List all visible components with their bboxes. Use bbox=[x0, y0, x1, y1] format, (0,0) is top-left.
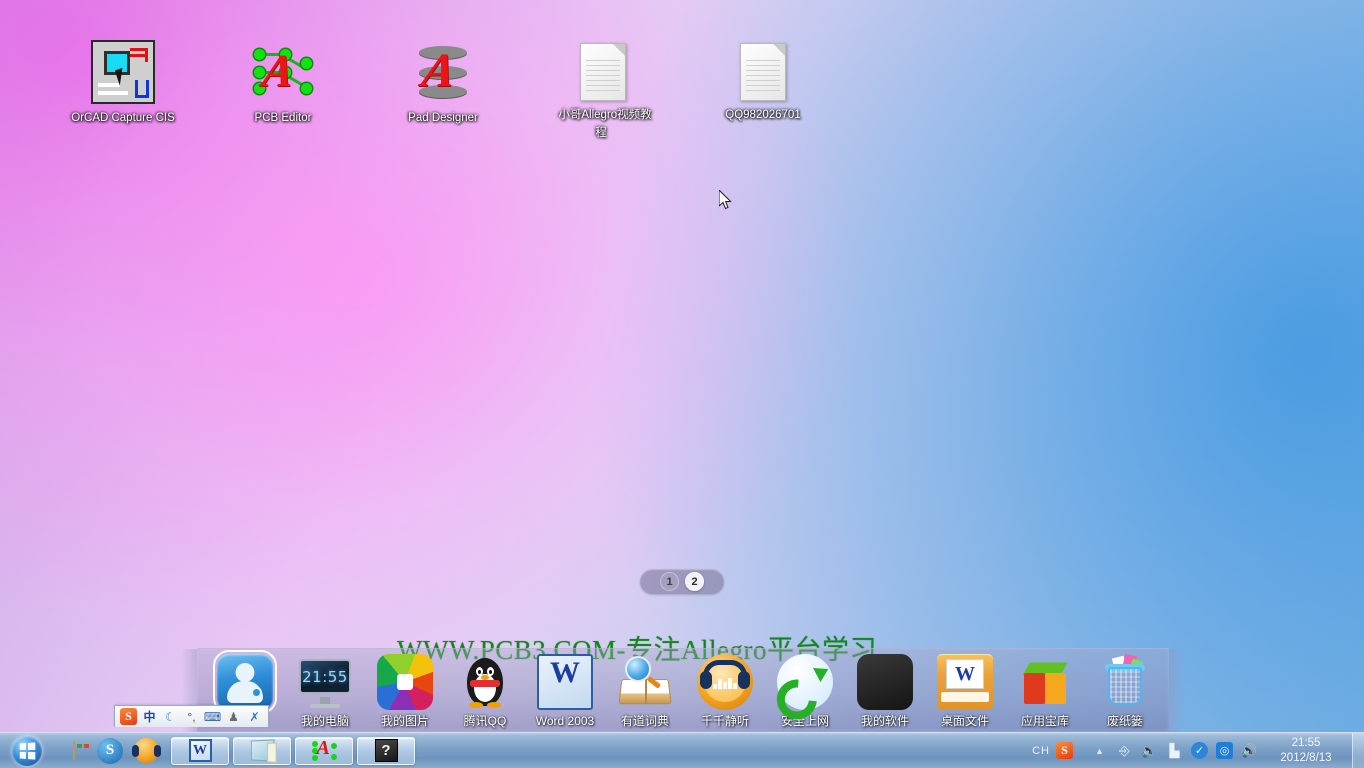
notepad-window-icon bbox=[250, 739, 275, 762]
tray-language-indicator[interactable]: CH S bbox=[1022, 742, 1083, 759]
windows-explorer-icon bbox=[73, 740, 75, 760]
dock-item-label: 应用宝库 bbox=[1020, 714, 1069, 728]
youdao-dictionary-icon bbox=[617, 654, 673, 710]
windows-start-orb-icon bbox=[12, 735, 42, 766]
sogou-logo-icon[interactable]: S bbox=[120, 708, 137, 725]
taskbar-window-buttons: W A ? bbox=[171, 736, 415, 765]
word-letter-glyph: W bbox=[955, 662, 975, 685]
safe-browser-icon bbox=[768, 654, 833, 728]
sogou-ime-language-bar[interactable]: S 中 ☾ °, ⌨ ♟ ✗ bbox=[114, 705, 269, 727]
ttplayer-quicklaunch-icon bbox=[131, 738, 161, 763]
dock-item-label: 我的软件 bbox=[860, 714, 909, 728]
desktop-icon-label: 小哥Allegro视频教程 bbox=[558, 109, 652, 139]
tray-language-code: CH bbox=[1032, 744, 1050, 757]
taskbar-clock[interactable]: 21:55 2012/8/13 bbox=[1266, 736, 1350, 766]
volume-icon[interactable]: 🔈 bbox=[1141, 742, 1158, 759]
text-document-icon bbox=[740, 43, 786, 101]
page-dot-1[interactable]: 1 bbox=[660, 572, 679, 591]
dock-item-label: 废纸篓 bbox=[1106, 714, 1143, 728]
network-signal-icon[interactable]: ▙ bbox=[1166, 742, 1183, 759]
dock-item-recycle-bin[interactable]: 废纸篓 bbox=[1085, 653, 1165, 730]
help-window-icon: ? bbox=[374, 739, 398, 762]
recycle-bin-icon bbox=[1097, 653, 1153, 710]
removable-media-icon[interactable]: ⎆ bbox=[1116, 742, 1133, 759]
user-account-icon bbox=[213, 650, 277, 714]
dock-item-label: 有道词典 bbox=[620, 714, 669, 728]
my-software-folder-icon bbox=[857, 654, 913, 710]
pcb-editor-icon: A bbox=[251, 40, 315, 104]
quick-launch-sogou-browser[interactable]: S bbox=[93, 736, 127, 766]
half-width-moon-icon[interactable]: ☾ bbox=[162, 708, 179, 725]
desktop-page-indicator[interactable]: 1 2 bbox=[640, 569, 724, 594]
chinese-mode-icon[interactable]: 中 bbox=[141, 708, 158, 725]
taskbar-button-pcb-editor[interactable]: A bbox=[295, 736, 353, 765]
dock-item-label: 桌面文件 bbox=[940, 714, 989, 728]
clock-date: 2012/8/13 bbox=[1280, 751, 1332, 764]
desktop-icon-qq-doc[interactable]: QQ982026701 bbox=[707, 40, 819, 123]
user-profile-icon[interactable]: ♟ bbox=[225, 708, 242, 725]
pcb-editor-window-icon: A bbox=[311, 737, 337, 762]
taskbar-button-help[interactable]: ? bbox=[357, 736, 415, 765]
action-center-shield-icon[interactable]: ✓ bbox=[1191, 742, 1208, 759]
show-hidden-icons-chevron[interactable]: ▲ bbox=[1091, 742, 1108, 759]
word-window-icon: W bbox=[188, 739, 212, 762]
text-document-icon bbox=[580, 43, 626, 101]
dock-item-app-treasury[interactable]: 应用宝库 bbox=[1005, 654, 1085, 730]
punctuation-icon[interactable]: °, bbox=[183, 708, 200, 725]
start-button[interactable] bbox=[3, 734, 51, 768]
speaker-alert-icon[interactable]: 🔊 bbox=[1241, 742, 1258, 759]
desktop-icon-label: QQ982026701 bbox=[725, 109, 801, 121]
quick-launch-explorer[interactable] bbox=[57, 736, 91, 766]
dock-item-tencent-qq[interactable]: 腾讯QQ bbox=[445, 654, 525, 730]
desktop-icon-label: Pad Designer bbox=[408, 112, 478, 124]
pad-designer-icon: A bbox=[411, 40, 475, 104]
settings-wrench-icon[interactable]: ✗ bbox=[246, 708, 263, 725]
dock-item-list: 21:55 我的电脑 我的图片 腾讯QQ W Word 2003 有道词典 千千… bbox=[205, 650, 1165, 730]
dock-item-my-computer[interactable]: 21:55 我的电脑 bbox=[285, 654, 365, 730]
tray-ime-icon[interactable]: S bbox=[1056, 742, 1073, 759]
desktop-icon-orcad-capture-cis[interactable]: OrCAD Capture CIS bbox=[67, 40, 179, 126]
dock-item-label: 腾讯QQ bbox=[463, 714, 507, 728]
dock-item-word-2003[interactable]: W Word 2003 bbox=[525, 654, 605, 730]
quick-launch-ttplayer[interactable] bbox=[129, 736, 163, 766]
desktop-icon-label: PCB Editor bbox=[254, 112, 312, 124]
dock-item-youdao-dictionary[interactable]: 有道词典 bbox=[605, 654, 685, 730]
my-pictures-icon bbox=[377, 654, 433, 710]
taskbar-button-notepad[interactable] bbox=[233, 736, 291, 765]
sogou-browser-icon: S bbox=[97, 737, 123, 764]
desktop-icon-pcb-editor[interactable]: A PCB Editor bbox=[227, 40, 339, 126]
soft-keyboard-icon[interactable]: ⌨ bbox=[204, 708, 221, 725]
ttplayer-music-icon bbox=[697, 654, 753, 710]
dock-item-label: 我的图片 bbox=[380, 714, 429, 728]
my-computer-icon: 21:55 bbox=[297, 654, 353, 710]
taskbar-button-word[interactable]: W bbox=[171, 736, 229, 765]
dock-item-safe-browser[interactable]: 安全上网 bbox=[765, 654, 845, 730]
tray-icon-list: ▲ ⎆ 🔈 ▙ ✓ ◎ 🔊 bbox=[1083, 742, 1266, 759]
dock-item-label: 我的电脑 bbox=[300, 714, 349, 728]
monitor-clock-text: 21:55 bbox=[302, 667, 348, 686]
app-treasury-cube-icon bbox=[1017, 654, 1073, 710]
dock-item-desktop-files[interactable]: W 桌面文件 bbox=[925, 654, 1005, 730]
clock-time: 21:55 bbox=[1291, 736, 1321, 749]
quick-launch-bar: S bbox=[57, 736, 163, 766]
show-desktop-button[interactable] bbox=[1352, 733, 1364, 768]
dock-item-label: Word 2003 bbox=[535, 714, 595, 728]
desktop-icon-allegro-tutorial-doc[interactable]: 小哥Allegro视频教程 bbox=[547, 40, 659, 141]
security-guard-icon[interactable]: ◎ bbox=[1216, 742, 1233, 759]
page-dot-2[interactable]: 2 bbox=[685, 572, 704, 591]
tencent-qq-icon bbox=[457, 654, 513, 710]
dock-item-label: 千千静听 bbox=[700, 714, 749, 728]
desktop-files-folder-icon: W bbox=[937, 654, 993, 710]
word-letter-glyph: W bbox=[550, 656, 580, 689]
system-tray: CH S ▲ ⎆ 🔈 ▙ ✓ ◎ 🔊 21:55 2012/8/13 bbox=[1022, 733, 1364, 768]
desktop-icon-pad-designer[interactable]: A Pad Designer bbox=[387, 40, 499, 126]
dock-item-ttplayer[interactable]: 千千静听 bbox=[685, 654, 765, 730]
dock-item-my-pictures[interactable]: 我的图片 bbox=[365, 654, 445, 730]
dock-item-my-software[interactable]: 我的软件 bbox=[845, 654, 925, 730]
windows-taskbar: S W A ? CH S ▲ ⎆ 🔈 ▙ ✓ ◎ 🔊 21:55 2012/8/… bbox=[0, 732, 1364, 768]
orcad-capture-cis-icon bbox=[91, 40, 155, 104]
word-2003-icon: W bbox=[537, 654, 593, 710]
desktop-icon-label: OrCAD Capture CIS bbox=[71, 112, 175, 124]
